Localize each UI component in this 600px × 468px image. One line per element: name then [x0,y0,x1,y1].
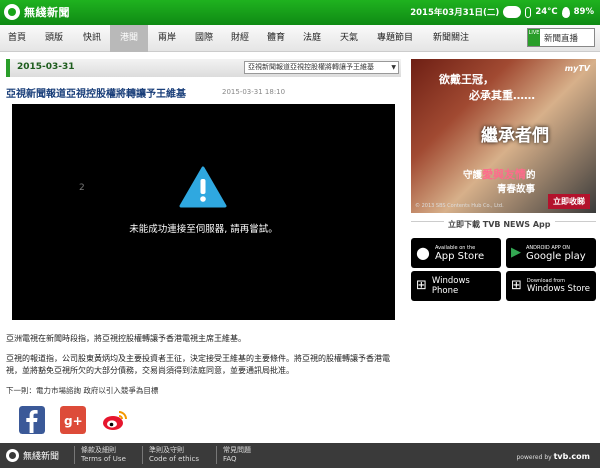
tvb-logo-icon [6,449,19,462]
video-player[interactable]: 2 未能成功連接至伺服器, 請再嘗試。 [12,104,395,320]
nav-item-sports[interactable]: 體育 [258,25,294,52]
article-date: 2015-03-31 [17,62,75,72]
store-large-text: App Store [434,250,485,262]
article-paragraph: 亞視的報道指，公司股東黃炳均及主要投資者王征，決定接受王維基的主要條件。將亞視的… [6,354,390,375]
mytv-logo: myTV [564,64,590,73]
powered-by[interactable]: powered by tvb.com [517,452,591,461]
windows-phone-badge[interactable]: ⊞ Windows Phone [411,271,501,301]
tvb-logo-icon [4,4,20,20]
store-large-text: Windows Store [526,283,591,294]
footer-link-zh: 準則及守則 [149,446,184,454]
footer-link-en: Code of ethics [149,455,200,463]
humidity: 89% [573,7,594,17]
download-heading: 立即下載 TVB NEWS App [444,219,555,230]
store-large-text: Phone [431,286,459,296]
footer-link-faq[interactable]: 常見問題 FAQ [216,446,251,464]
footer-link-ethics[interactable]: 準則及守則 Code of ethics [142,446,199,464]
video-error-message: 未能成功連接至伺服器, 請再嘗試。 [129,224,278,235]
article-title: 亞視新聞報道亞視控股權將轉讓予王維基 [6,89,186,100]
nav-item-home[interactable]: 首頁 [0,25,34,52]
footer-link-en: FAQ [223,455,237,463]
nav-item-china[interactable]: 兩岸 [148,25,186,52]
cloud-icon [503,6,522,18]
google-play-badge[interactable]: ▶ ANDROID APP ON Google play [506,238,596,268]
nav-item-focus[interactable]: 新聞關注 [422,25,480,52]
main-nav: 首頁 頭版 快訊 港聞 兩岸 國際 財經 體育 法庭 天氣 專題節目 新聞關注 [0,25,600,52]
article-time: 2015-03-31 18:10 [222,88,286,96]
live-badge: LIVE [528,29,540,46]
weather-bar: 2015年03月31日(二) 24°C 89% [410,6,594,18]
ad-copyright: © 2013 SBS Contents Hub Co., Ltd. [415,203,504,209]
windows-store-icon: ⊞ [511,278,522,293]
footer-link-en: Terms of Use [81,455,126,463]
nav-item-world[interactable]: 國際 [186,25,222,52]
nav-item-finance[interactable]: 財經 [222,25,258,52]
warning-icon [179,166,227,208]
next-label: 下一則： [6,386,36,395]
article-date-bar: 2015-03-31 亞視新聞報道亞視控股權將轉讓予王維基 [6,59,401,77]
live-news-button[interactable]: LIVE 新聞直播 [527,28,595,47]
article-paragraph: 亞洲電視在新聞時段指，將亞視控股權轉讓予香港電視主席王維基。 [6,334,246,343]
nav-item-breaking[interactable]: 快訊 [74,25,110,52]
nav-item-court[interactable]: 法庭 [294,25,330,52]
nav-item-weather[interactable]: 天氣 [330,25,368,52]
play-icon: ▶ [511,245,521,260]
temperature: 24°C [535,7,558,17]
header-date: 2015年03月31日(二) [410,8,500,18]
apple-icon: ● [416,243,430,262]
store-large-text: Windows [431,276,470,286]
next-article-link[interactable]: 電力市場諮詢 政府以引入競爭為目標 [36,386,158,395]
nav-item-frontpage[interactable]: 頭版 [34,25,74,52]
next-article: 下一則：電力市場諮詢 政府以引入競爭為目標 [6,385,158,396]
site-name: 無綫新聞 [24,6,70,19]
windows-icon: ⊞ [416,278,427,293]
footer-link-zh: 條款及細則 [81,446,116,454]
footer-link-terms[interactable]: 條款及細則 Terms of Use [74,446,126,464]
video-number: 2 [79,183,85,193]
thermometer-icon [525,6,532,18]
ad-subtitle-2: 青春故事 [497,184,536,195]
mytv-advertisement[interactable]: myTV 欲戴王冠， 必承其重…… 繼承者們 守護愛與友情的 青春故事 © 20… [411,59,596,213]
ad-tagline-2: 必承其重…… [469,89,535,102]
footer-logo[interactable]: 無綫新聞 [6,449,59,462]
top-header: 無綫新聞 2015年03月31日(二) 24°C 89% [0,0,600,25]
app-store-badge[interactable]: ● Available on the App Store [411,238,501,268]
ad-subtitle-1: 守護愛與友情的 [463,168,536,181]
powered-by-label: powered by [516,454,552,461]
ad-tagline-1: 欲戴王冠， [439,73,494,86]
nav-item-local[interactable]: 港聞 [110,25,148,52]
humidity-icon [561,6,570,18]
ad-title: 繼承者們 [481,126,549,146]
ad-watch-now-button[interactable]: 立即收睇 [548,194,590,209]
live-label: 新聞直播 [544,33,579,44]
svg-text:g+: g+ [64,414,83,428]
footer-link-zh: 常見問題 [223,446,251,454]
facebook-share-icon[interactable] [19,406,45,434]
weibo-share-icon[interactable] [101,406,129,434]
store-large-text: Google play [526,250,586,262]
footer-site-name: 無綫新聞 [23,452,60,462]
powered-by-brand: tvb.com [553,452,590,461]
footer: 無綫新聞 條款及細則 Terms of Use 準則及守則 Code of et… [0,443,600,468]
windows-store-badge[interactable]: ⊞ Download from Windows Store [506,271,596,301]
article-select[interactable]: 亞視新聞報道亞視控股權將轉讓予王維基 [244,61,399,74]
google-plus-share-icon[interactable]: g+ [60,406,86,434]
site-logo[interactable]: 無綫新聞 [4,4,70,20]
nav-item-programs[interactable]: 專題節目 [368,25,422,52]
